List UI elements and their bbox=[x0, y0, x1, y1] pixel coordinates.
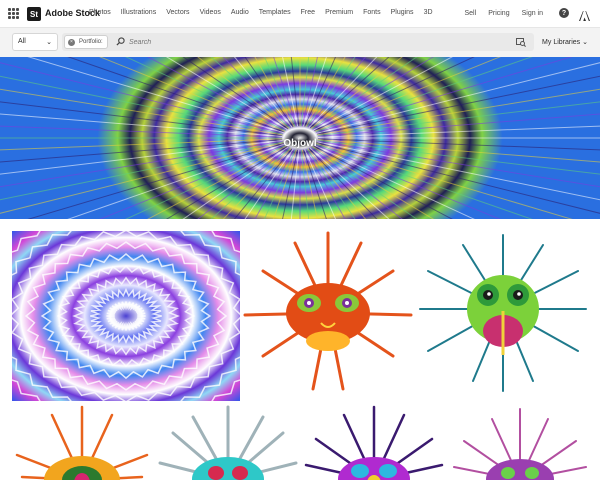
top-navigation: St Adobe Stock Photos Illustrations Vect… bbox=[0, 0, 600, 28]
search-scope-value: All bbox=[18, 38, 26, 45]
app-switcher-icon[interactable] bbox=[8, 8, 19, 19]
search-scope-dropdown[interactable]: All ⌄ bbox=[12, 33, 58, 51]
purple-spiky-fractal-thumbnail bbox=[304, 405, 444, 480]
search-icon bbox=[116, 37, 125, 46]
gallery-image-7[interactable] bbox=[450, 405, 590, 480]
nav-link-plugins[interactable]: Plugins bbox=[391, 9, 414, 16]
close-icon[interactable]: × bbox=[68, 39, 75, 46]
search-box[interactable]: × Portfolio: bbox=[62, 33, 534, 51]
pricing-link[interactable]: Pricing bbox=[488, 10, 509, 17]
nav-link-audio[interactable]: Audio bbox=[231, 9, 249, 16]
search-input[interactable] bbox=[129, 36, 509, 48]
cyan-spiky-fractal-thumbnail bbox=[158, 405, 298, 480]
chevron-down-icon: ⌄ bbox=[46, 39, 52, 46]
gallery-image-2[interactable] bbox=[243, 231, 413, 401]
violet-spiky-fractal-thumbnail bbox=[450, 405, 590, 480]
nav-link-videos[interactable]: Videos bbox=[200, 9, 221, 16]
hero-title: Objowl bbox=[283, 138, 317, 149]
psychedelic-pattern-thumbnail bbox=[12, 231, 240, 401]
nav-link-photos[interactable]: Photos bbox=[89, 9, 111, 16]
adobe-icon[interactable] bbox=[579, 8, 590, 21]
orange-fractal-creature-thumbnail bbox=[243, 231, 413, 401]
sell-link[interactable]: Sell bbox=[465, 10, 477, 17]
nav-right: Sell Pricing Sign in ? bbox=[453, 8, 590, 21]
nav-link-vectors[interactable]: Vectors bbox=[166, 9, 189, 16]
signin-link[interactable]: Sign in bbox=[522, 10, 543, 17]
green-fractal-creature-thumbnail bbox=[418, 231, 588, 401]
my-libraries-button[interactable]: My Libraries ⌄ bbox=[542, 38, 588, 46]
nav-link-fonts[interactable]: Fonts bbox=[363, 9, 381, 16]
gallery-image-4[interactable] bbox=[12, 405, 152, 480]
nav-link-free[interactable]: Free bbox=[301, 9, 315, 16]
gallery-image-3[interactable] bbox=[418, 231, 588, 401]
gallery-image-1[interactable] bbox=[12, 231, 240, 401]
gallery-image-6[interactable] bbox=[304, 405, 444, 480]
help-icon[interactable]: ? bbox=[559, 8, 569, 18]
gallery-image-5[interactable] bbox=[158, 405, 298, 480]
my-libraries-label: My Libraries bbox=[542, 39, 581, 46]
nav-link-premium[interactable]: Premium bbox=[325, 9, 353, 16]
visual-search-icon[interactable] bbox=[516, 37, 526, 47]
nav-link-3d[interactable]: 3D bbox=[424, 9, 433, 16]
nav-link-templates[interactable]: Templates bbox=[259, 9, 291, 16]
chevron-down-icon: ⌄ bbox=[582, 39, 588, 46]
nav-links: Photos Illustrations Vectors Videos Audi… bbox=[89, 9, 443, 16]
search-bar-row: All ⌄ × Portfolio: My Libraries ⌄ bbox=[0, 28, 600, 57]
portfolio-chip-label: Portfolio: bbox=[79, 39, 103, 45]
nav-link-illustrations[interactable]: Illustrations bbox=[121, 9, 156, 16]
portfolio-filter-chip[interactable]: × Portfolio: bbox=[64, 35, 108, 49]
orange-spiky-fractal-thumbnail bbox=[12, 405, 152, 480]
hero-banner: Objowl bbox=[0, 57, 600, 219]
adobe-stock-logo[interactable]: St bbox=[27, 7, 41, 21]
